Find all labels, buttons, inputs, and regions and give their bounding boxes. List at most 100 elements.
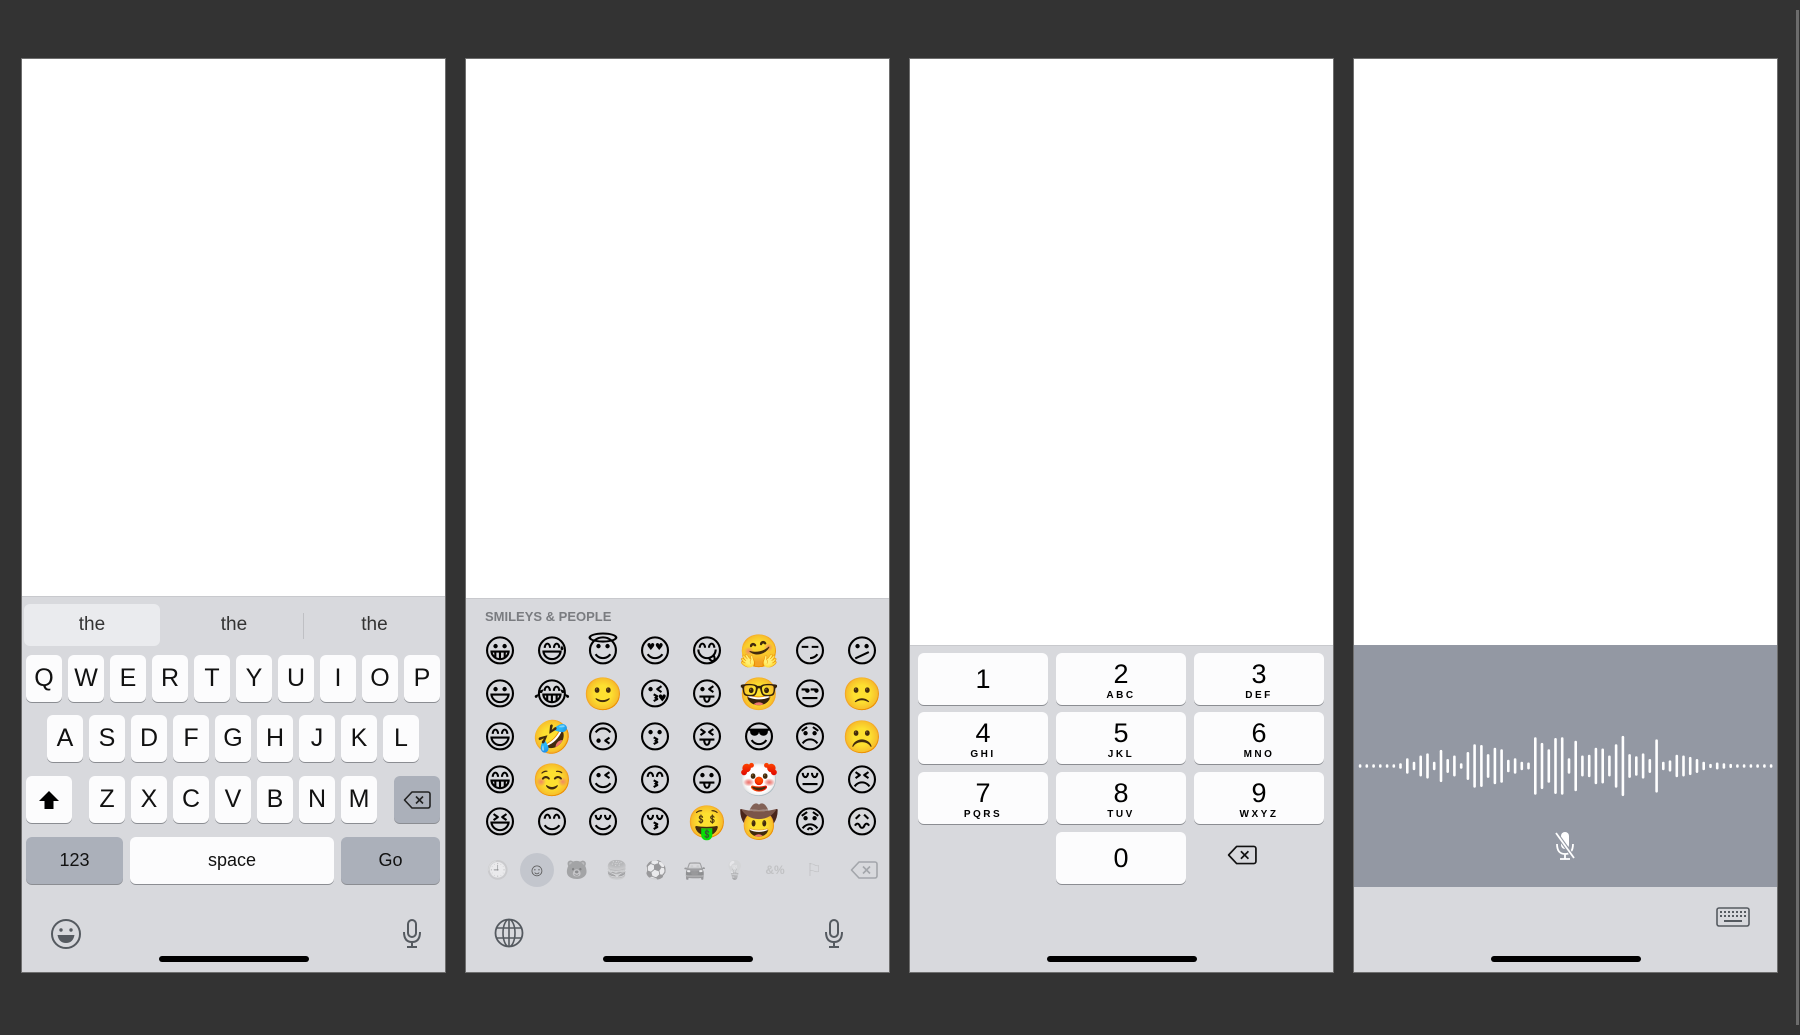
- emoji-item[interactable]: 🙂: [581, 672, 625, 716]
- key-a[interactable]: A: [47, 715, 83, 762]
- category-activity[interactable]: ⚽: [639, 853, 673, 887]
- emoji-item[interactable]: 🤑: [685, 800, 729, 844]
- emoji-item[interactable]: 😚: [633, 800, 677, 844]
- emoji-item[interactable]: 😙: [633, 758, 677, 802]
- emoji-item[interactable]: 😗: [633, 715, 677, 759]
- emoji-item[interactable]: 😔: [788, 758, 832, 802]
- go-key[interactable]: Go: [341, 837, 440, 884]
- key-z[interactable]: Z: [89, 776, 125, 823]
- home-indicator[interactable]: [1046, 956, 1197, 962]
- key-j[interactable]: J: [299, 715, 335, 762]
- dictation-button[interactable]: [399, 916, 425, 952]
- emoji-item[interactable]: 😁: [478, 758, 522, 802]
- emoji-item[interactable]: 😍: [633, 629, 677, 673]
- home-indicator[interactable]: [602, 956, 753, 962]
- emoji-item[interactable]: ☹️: [840, 715, 884, 759]
- emoji-item[interactable]: 😞: [788, 715, 832, 759]
- emoji-item[interactable]: 😘: [633, 672, 677, 716]
- key-y[interactable]: Y: [236, 655, 272, 702]
- space-key[interactable]: space: [130, 837, 334, 884]
- emoji-item[interactable]: 😝: [685, 715, 729, 759]
- emoji-item[interactable]: 🤗: [737, 629, 781, 673]
- globe-button[interactable]: [492, 916, 526, 950]
- emoji-item[interactable]: 😄: [478, 715, 522, 759]
- numbers-key[interactable]: 123: [26, 837, 123, 884]
- numpad-key-1[interactable]: 1: [918, 653, 1048, 705]
- scrollbar[interactable]: [1796, 10, 1799, 1025]
- numpad-key-7[interactable]: 7 PQRS: [918, 772, 1048, 824]
- suggestion-3[interactable]: the: [304, 604, 445, 646]
- category-smileys[interactable]: ☺: [520, 853, 554, 887]
- emoji-item[interactable]: ☺️: [530, 758, 574, 802]
- emoji-delete-button[interactable]: [848, 855, 880, 885]
- key-p[interactable]: P: [404, 655, 440, 702]
- home-indicator[interactable]: [158, 956, 309, 962]
- emoji-item[interactable]: 😟: [788, 800, 832, 844]
- key-x[interactable]: X: [131, 776, 167, 823]
- emoji-item[interactable]: 😎: [737, 715, 781, 759]
- key-u[interactable]: U: [278, 655, 314, 702]
- key-f[interactable]: F: [173, 715, 209, 762]
- numpad-delete-button[interactable]: [1222, 835, 1262, 875]
- emoji-item[interactable]: 😆: [478, 800, 522, 844]
- key-s[interactable]: S: [89, 715, 125, 762]
- key-h[interactable]: H: [257, 715, 293, 762]
- emoji-item[interactable]: 😣: [840, 758, 884, 802]
- key-w[interactable]: W: [68, 655, 104, 702]
- key-m[interactable]: M: [341, 776, 377, 823]
- numpad-key-4[interactable]: 4 GHI: [918, 712, 1048, 764]
- key-v[interactable]: V: [215, 776, 251, 823]
- category-flags[interactable]: ⚐: [797, 853, 831, 887]
- emoji-item[interactable]: 😒: [788, 672, 832, 716]
- category-animals[interactable]: 🐻: [560, 853, 594, 887]
- key-n[interactable]: N: [299, 776, 335, 823]
- emoji-item[interactable]: 🤣: [530, 715, 574, 759]
- emoji-item[interactable]: 🤓: [737, 672, 781, 716]
- emoji-item[interactable]: 🙁: [840, 672, 884, 716]
- numpad-key-9[interactable]: 9 WXYZ: [1194, 772, 1324, 824]
- emoji-item[interactable]: 🤠: [737, 800, 781, 844]
- emoji-item[interactable]: 😋: [685, 629, 729, 673]
- emoji-item[interactable]: 😕: [840, 629, 884, 673]
- emoji-item[interactable]: 😛: [685, 758, 729, 802]
- stop-dictation-button[interactable]: [1550, 828, 1580, 864]
- delete-key[interactable]: [394, 776, 440, 823]
- key-c[interactable]: C: [173, 776, 209, 823]
- numpad-key-3[interactable]: 3 DEF: [1194, 653, 1324, 705]
- key-b[interactable]: B: [257, 776, 293, 823]
- numpad-key-0[interactable]: 0: [1056, 832, 1186, 884]
- key-d[interactable]: D: [131, 715, 167, 762]
- emoji-item[interactable]: 😉: [581, 758, 625, 802]
- category-travel[interactable]: 🚘: [678, 853, 712, 887]
- numpad-key-2[interactable]: 2 ABC: [1056, 653, 1186, 705]
- emoji-item[interactable]: 😖: [840, 800, 884, 844]
- key-r[interactable]: R: [152, 655, 188, 702]
- numpad-key-5[interactable]: 5 JKL: [1056, 712, 1186, 764]
- key-t[interactable]: T: [194, 655, 230, 702]
- key-k[interactable]: K: [341, 715, 377, 762]
- emoji-item[interactable]: 😅: [530, 629, 574, 673]
- category-food[interactable]: 🍔: [600, 853, 634, 887]
- category-recent[interactable]: 🕘: [481, 853, 515, 887]
- emoji-item[interactable]: 🤡: [737, 758, 781, 802]
- key-l[interactable]: L: [383, 715, 419, 762]
- emoji-item[interactable]: 😜: [685, 672, 729, 716]
- emoji-item[interactable]: 😊: [530, 800, 574, 844]
- emoji-item[interactable]: 😏: [788, 629, 832, 673]
- numpad-key-8[interactable]: 8 TUV: [1056, 772, 1186, 824]
- emoji-button[interactable]: [48, 916, 84, 952]
- keyboard-button[interactable]: [1715, 905, 1751, 929]
- suggestion-1[interactable]: the: [24, 604, 160, 646]
- emoji-item[interactable]: 😀: [478, 629, 522, 673]
- emoji-item[interactable]: 😇: [581, 629, 625, 673]
- numpad-key-6[interactable]: 6 MNO: [1194, 712, 1324, 764]
- key-q[interactable]: Q: [26, 655, 62, 702]
- key-i[interactable]: I: [320, 655, 356, 702]
- category-symbols[interactable]: &%: [758, 853, 792, 887]
- home-indicator[interactable]: [1490, 956, 1641, 962]
- key-e[interactable]: E: [110, 655, 146, 702]
- shift-key[interactable]: [26, 776, 72, 823]
- emoji-item[interactable]: 😃: [478, 672, 522, 716]
- dictation-button[interactable]: [821, 916, 847, 952]
- category-objects[interactable]: 💡: [718, 853, 752, 887]
